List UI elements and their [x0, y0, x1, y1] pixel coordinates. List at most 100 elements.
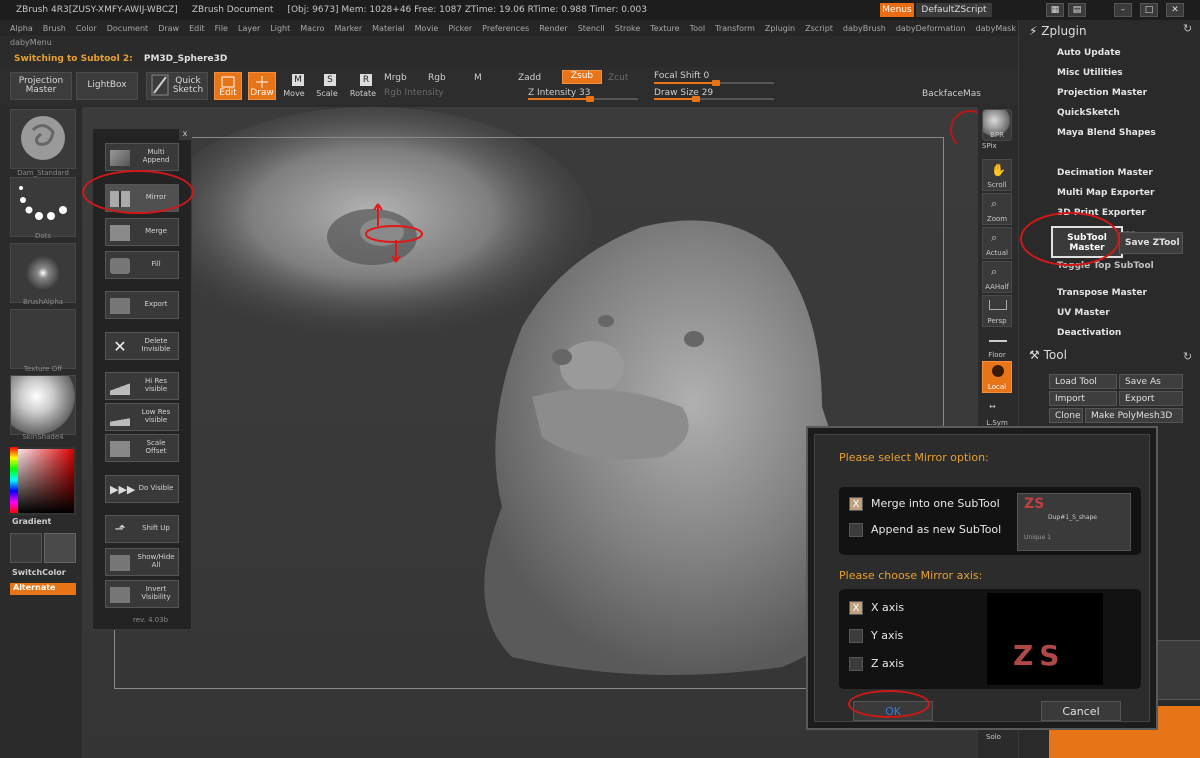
actual-button[interactable]: ⌕ Actual — [982, 227, 1012, 259]
move-button[interactable]: Move — [282, 89, 306, 98]
layout-icon[interactable]: ▦ — [1046, 3, 1064, 17]
multi-append-button[interactable]: Multi Append — [105, 143, 179, 171]
z-intensity-slider[interactable]: Z Intensity 33 — [528, 88, 591, 98]
menu-dabymask[interactable]: dabyMask — [976, 24, 1016, 33]
alternate-button[interactable]: Alternate — [10, 583, 76, 595]
menu-picker[interactable]: Picker — [448, 24, 472, 33]
show-hide-all-button[interactable]: Show/Hide All — [105, 548, 179, 576]
menu-material[interactable]: Material — [372, 24, 405, 33]
scale-button[interactable]: Scale — [314, 89, 340, 98]
switchcolor-button[interactable]: SwitchColor — [12, 568, 66, 577]
menu-preferences[interactable]: Preferences — [482, 24, 529, 33]
projection-master-item[interactable]: Projection Master — [1057, 88, 1147, 98]
daby-menu-label[interactable]: dabyMenu — [10, 38, 52, 47]
menu-file[interactable]: File — [215, 24, 228, 33]
menu-dabydeformation[interactable]: dabyDeformation — [896, 24, 966, 33]
invert-visibility-button[interactable]: Invert Visibility — [105, 580, 179, 608]
hi-res-visible-button[interactable]: Hi Res visible — [105, 372, 179, 400]
local-button[interactable]: Local — [982, 361, 1012, 393]
menu-transform[interactable]: Transform — [715, 24, 755, 33]
append-checkbox[interactable] — [849, 523, 863, 537]
merge-button[interactable]: Merge — [105, 218, 179, 246]
menu-stencil[interactable]: Stencil — [578, 24, 605, 33]
menus-button[interactable]: Menus — [880, 3, 914, 17]
maximize-icon[interactable]: □ — [1140, 3, 1158, 17]
stroke-thumbnail[interactable] — [10, 177, 76, 237]
rotate-button[interactable]: Rotate — [348, 89, 378, 98]
save-ztool-button[interactable]: Save ZTool — [1119, 232, 1183, 254]
menu-edit[interactable]: Edit — [189, 24, 205, 33]
draw-size-slider[interactable]: Draw Size 29 — [654, 88, 713, 98]
menu-stroke[interactable]: Stroke — [615, 24, 641, 33]
auto-update-item[interactable]: Auto Update — [1057, 48, 1121, 58]
texture-thumbnail[interactable] — [10, 309, 76, 369]
menu-zplugin[interactable]: Zplugin — [765, 24, 795, 33]
menu-dabybrush[interactable]: dabyBrush — [843, 24, 886, 33]
gradient-label[interactable]: Gradient — [12, 517, 51, 526]
import-button[interactable]: Import — [1049, 391, 1117, 406]
zsub-button[interactable]: Zsub — [562, 70, 602, 84]
y-axis-checkbox[interactable] — [849, 629, 863, 643]
deactivation-item[interactable]: Deactivation — [1057, 328, 1121, 338]
palette-close-button[interactable]: x — [179, 129, 191, 140]
load-tool-button[interactable]: Load Tool — [1049, 374, 1117, 389]
solo-button[interactable]: Solo — [986, 733, 1001, 741]
menu-tool[interactable]: Tool — [690, 24, 706, 33]
menu-marker[interactable]: Marker — [334, 24, 362, 33]
refresh-icon[interactable]: ↻ — [1183, 350, 1192, 363]
minimize-icon[interactable]: – — [1114, 3, 1132, 17]
menu-render[interactable]: Render — [539, 24, 567, 33]
fill-button[interactable]: Fill — [105, 251, 179, 279]
misc-utilities-item[interactable]: Misc Utilities — [1057, 68, 1123, 78]
shift-up-button[interactable]: ⬏ Shift Up — [105, 515, 179, 543]
menu-color[interactable]: Color — [76, 24, 97, 33]
menu-zscript[interactable]: Zscript — [805, 24, 833, 33]
lsym-button[interactable]: ↔ L.Sym — [982, 397, 1012, 429]
default-zscript-button[interactable]: DefaultZScript — [916, 3, 992, 17]
layout2-icon[interactable]: ▤ — [1068, 3, 1086, 17]
export-button[interactable]: Export — [105, 291, 179, 319]
main-color-swatch[interactable] — [10, 533, 42, 563]
material-thumbnail[interactable] — [10, 375, 76, 435]
export-tool-button[interactable]: Export — [1119, 391, 1183, 406]
rgb-button[interactable]: Rgb — [428, 73, 446, 83]
cancel-button[interactable]: Cancel — [1041, 701, 1121, 721]
menu-brush[interactable]: Brush — [43, 24, 66, 33]
draw-size-track[interactable] — [654, 96, 774, 102]
x-axis-checkbox[interactable]: X — [849, 601, 863, 615]
low-res-visible-button[interactable]: Low Res visible — [105, 403, 179, 431]
scroll-button[interactable]: ✋ Scroll — [982, 159, 1012, 191]
save-as-button[interactable]: Save As — [1119, 374, 1183, 389]
delete-invisible-button[interactable]: ✕ Delete Invisible — [105, 332, 179, 360]
menu-movie[interactable]: Movie — [415, 24, 439, 33]
persp-button[interactable]: Persp — [982, 295, 1012, 327]
menu-macro[interactable]: Macro — [300, 24, 324, 33]
rgb-intensity-slider[interactable]: Rgb Intensity — [384, 88, 444, 98]
menu-texture[interactable]: Texture — [650, 24, 679, 33]
zcut-button[interactable]: Zcut — [608, 73, 628, 83]
maya-blend-shapes-item[interactable]: Maya Blend Shapes — [1057, 128, 1156, 138]
aahalf-button[interactable]: ⌕ AAHalf — [982, 261, 1012, 293]
make-polymesh3d-button[interactable]: Make PolyMesh3D — [1085, 408, 1183, 423]
focal-shift-slider[interactable]: Focal Shift 0 — [654, 71, 709, 81]
tool-header[interactable]: ⚒ Tool — [1029, 348, 1067, 362]
floor-button[interactable]: Floor — [982, 329, 1012, 361]
projection-master-button[interactable]: Projection Master — [10, 72, 72, 100]
menu-alpha[interactable]: Alpha — [10, 24, 33, 33]
menu-document[interactable]: Document — [107, 24, 148, 33]
menu-layer[interactable]: Layer — [238, 24, 260, 33]
mrgb-button[interactable]: Mrgb — [384, 73, 407, 83]
quicksketch-item[interactable]: QuickSketch — [1057, 108, 1120, 118]
transpose-master-item[interactable]: Transpose Master — [1057, 288, 1147, 298]
z-axis-checkbox[interactable] — [849, 657, 863, 671]
zadd-button[interactable]: Zadd — [518, 73, 541, 83]
merge-checkbox[interactable]: X — [849, 497, 863, 511]
zplugin-refresh-icon[interactable]: ↻ — [1183, 22, 1192, 35]
alpha-thumbnail[interactable] — [10, 243, 76, 303]
menu-draw[interactable]: Draw — [158, 24, 179, 33]
bpr-button[interactable]: BPR — [982, 109, 1012, 141]
zplugin-header[interactable]: ⚡ Zplugin — [1029, 24, 1087, 38]
decimation-master-item[interactable]: Decimation Master — [1057, 168, 1153, 178]
uv-master-item[interactable]: UV Master — [1057, 308, 1110, 318]
scale-offset-button[interactable]: Scale Offset — [105, 434, 179, 462]
